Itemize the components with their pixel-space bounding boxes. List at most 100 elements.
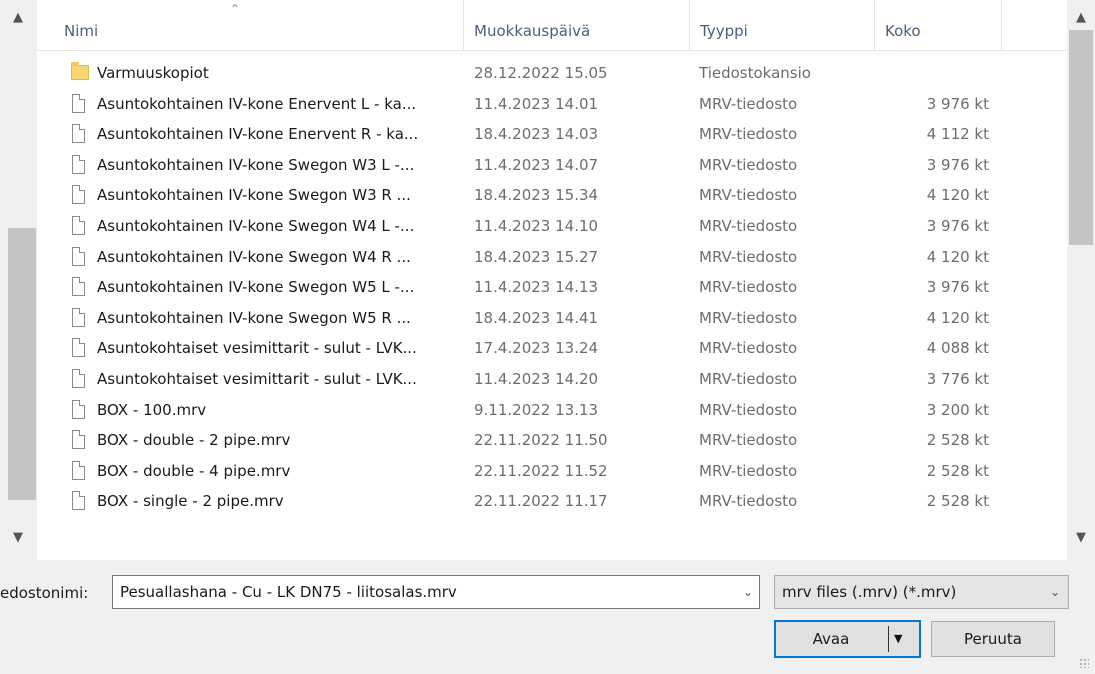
filename-value[interactable]: Pesuallashana - Cu - LK DN75 - liitosala…	[120, 576, 457, 608]
open-dropdown-arrow-icon[interactable]: ▼	[894, 622, 902, 656]
filetype-select[interactable]: mrv files (.mrv) (*.mrv) ⌄	[774, 575, 1069, 609]
file-row[interactable]: BOX - 100.mrv 9.11.2022 13.13 MRV-tiedosto…	[37, 395, 1067, 426]
file-date: 22.11.2022 11.52	[474, 461, 608, 480]
right-scrollbar-thumb[interactable]	[1069, 30, 1093, 245]
file-icon	[72, 93, 85, 113]
file-type: MRV-tiedosto	[699, 492, 798, 511]
file-row[interactable]: Asuntokohtainen IV-kone Swegon W4 R ... 1…	[37, 242, 1067, 273]
file-rows: Varmuuskopiot 28.12.2022 15.05 Tiedostokan…	[37, 58, 1067, 517]
open-button-label: Avaa	[812, 630, 850, 648]
file-size: 2 528 kt	[926, 461, 989, 480]
file-size: 2 528 kt	[926, 492, 989, 511]
file-size: 3 976 kt	[926, 278, 989, 297]
file-row[interactable]: BOX - single - 2 pipe.mrv 22.11.2022 11.1…	[37, 486, 1067, 517]
left-scrollbar-thumb[interactable]	[8, 228, 36, 500]
file-size: 3 976 kt	[926, 94, 989, 113]
file-icon	[72, 491, 85, 511]
file-date: 18.4.2023 15.34	[474, 186, 599, 205]
file-size: 3 776 kt	[926, 369, 989, 388]
file-name: BOX - double - 2 pipe.mrv	[97, 431, 291, 450]
file-type: MRV-tiedosto	[699, 94, 798, 113]
file-date: 11.4.2023 14.13	[474, 278, 599, 297]
filename-label: edostonimi:	[0, 584, 89, 602]
file-type: MRV-tiedosto	[699, 155, 798, 174]
open-button[interactable]: Avaa ▼	[774, 620, 921, 658]
file-name: Asuntokohtainen IV-kone Swegon W4 R ...	[97, 247, 411, 266]
file-icon	[72, 124, 85, 144]
file-date: 17.4.2023 13.24	[474, 339, 599, 358]
file-list-header: ⌃ Nimi Muokkauspäivä Tyyppi Koko	[37, 0, 1067, 51]
file-type: MRV-tiedosto	[699, 369, 798, 388]
filetype-value[interactable]: mrv files (.mrv) (*.mrv)	[782, 576, 956, 608]
right-scrollbar[interactable]: ▲ ▼	[1067, 0, 1095, 565]
file-size: 4 120 kt	[926, 308, 989, 327]
file-row[interactable]: Asuntokohtainen IV-kone Enervent L - ka.…	[37, 89, 1067, 120]
folder-icon	[71, 62, 89, 80]
file-size: 2 528 kt	[926, 431, 989, 450]
file-date: 11.4.2023 14.07	[474, 155, 599, 174]
file-date: 22.11.2022 11.50	[474, 431, 608, 450]
file-icon	[72, 399, 85, 419]
file-name: Asuntokohtainen IV-kone Swegon W3 R ...	[97, 186, 411, 205]
file-type: MRV-tiedosto	[699, 308, 798, 327]
file-icon	[72, 460, 85, 480]
file-row[interactable]: Asuntokohtainen IV-kone Swegon W3 L -...…	[37, 150, 1067, 181]
chevron-down-icon[interactable]: ⌄	[743, 576, 753, 608]
file-name: Asuntokohtainen IV-kone Swegon W4 L -...	[97, 216, 415, 235]
file-icon	[72, 277, 85, 297]
file-icon	[72, 430, 85, 450]
file-icon	[72, 154, 85, 174]
file-type: MRV-tiedosto	[699, 278, 798, 297]
file-date: 11.4.2023 14.20	[474, 369, 599, 388]
file-type: MRV-tiedosto	[699, 186, 798, 205]
filename-field[interactable]: Pesuallashana - Cu - LK DN75 - liitosala…	[112, 575, 760, 609]
file-name: Asuntokohtaiset vesimittarit - sulut - L…	[97, 369, 417, 388]
file-date: 22.11.2022 11.17	[474, 492, 608, 511]
scroll-down-arrow-icon[interactable]: ▼	[1071, 528, 1091, 548]
file-name: Asuntokohtainen IV-kone Enervent R - ka.…	[97, 125, 419, 144]
file-name: Asuntokohtainen IV-kone Swegon W5 L -...	[97, 278, 415, 297]
file-type: Tiedostokansio	[699, 64, 811, 82]
file-row[interactable]: Varmuuskopiot 28.12.2022 15.05 Tiedostokan…	[37, 58, 1067, 89]
file-name: Asuntokohtainen IV-kone Enervent L - ka.…	[97, 94, 417, 113]
file-row[interactable]: Asuntokohtainen IV-kone Swegon W5 R ... 1…	[37, 303, 1067, 334]
file-size: 4 088 kt	[926, 339, 989, 358]
open-button-divider	[888, 626, 889, 652]
column-header-type[interactable]: Tyyppi	[690, 0, 875, 50]
file-row[interactable]: Asuntokohtainen IV-kone Swegon W4 L -...…	[37, 211, 1067, 242]
file-row[interactable]: Asuntokohtainen IV-kone Swegon W5 L -...…	[37, 272, 1067, 303]
file-name: Asuntokohtaiset vesimittarit - sulut - L…	[97, 339, 417, 358]
file-icon	[72, 215, 85, 235]
file-type: MRV-tiedosto	[699, 339, 798, 358]
file-icon	[72, 307, 85, 327]
scroll-up-arrow-icon[interactable]: ▲	[8, 8, 28, 28]
scroll-down-arrow-icon[interactable]: ▼	[8, 528, 28, 548]
column-header-name[interactable]: Nimi	[54, 0, 464, 50]
file-size: 4 120 kt	[926, 186, 989, 205]
file-name: Asuntokohtainen IV-kone Swegon W3 L -...	[97, 155, 415, 174]
file-row[interactable]: Asuntokohtainen IV-kone Enervent R - ka.…	[37, 119, 1067, 150]
file-name: BOX - single - 2 pipe.mrv	[97, 492, 284, 511]
file-row[interactable]: BOX - double - 2 pipe.mrv 22.11.2022 11.5…	[37, 425, 1067, 456]
cancel-button[interactable]: Peruuta	[931, 621, 1055, 657]
file-row[interactable]: Asuntokohtaiset vesimittarit - sulut - L…	[37, 364, 1067, 395]
file-row[interactable]: Asuntokohtainen IV-kone Swegon W3 R ... 1…	[37, 180, 1067, 211]
file-size: 3 200 kt	[926, 400, 989, 419]
scroll-up-arrow-icon[interactable]: ▲	[1071, 8, 1091, 28]
file-row[interactable]: Asuntokohtaiset vesimittarit - sulut - L…	[37, 333, 1067, 364]
file-icon	[72, 185, 85, 205]
file-size: 3 976 kt	[926, 216, 989, 235]
column-header-date[interactable]: Muokkauspäivä	[464, 0, 690, 50]
file-date: 9.11.2022 13.13	[474, 400, 599, 419]
file-list: ⌃ Nimi Muokkauspäivä Tyyppi Koko Varmuus…	[37, 0, 1067, 560]
chevron-down-icon[interactable]: ⌄	[1050, 576, 1060, 608]
file-date: 11.4.2023 14.01	[474, 94, 599, 113]
file-type: MRV-tiedosto	[699, 400, 798, 419]
resize-grip-icon[interactable]	[1079, 658, 1089, 668]
left-scrollbar[interactable]: ▲ ▼	[0, 0, 37, 565]
file-type: MRV-tiedosto	[699, 216, 798, 235]
file-date: 18.4.2023 15.27	[474, 247, 599, 266]
column-header-size[interactable]: Koko	[875, 0, 1002, 50]
file-name: Asuntokohtainen IV-kone Swegon W5 R ...	[97, 308, 411, 327]
file-row[interactable]: BOX - double - 4 pipe.mrv 22.11.2022 11.5…	[37, 456, 1067, 487]
